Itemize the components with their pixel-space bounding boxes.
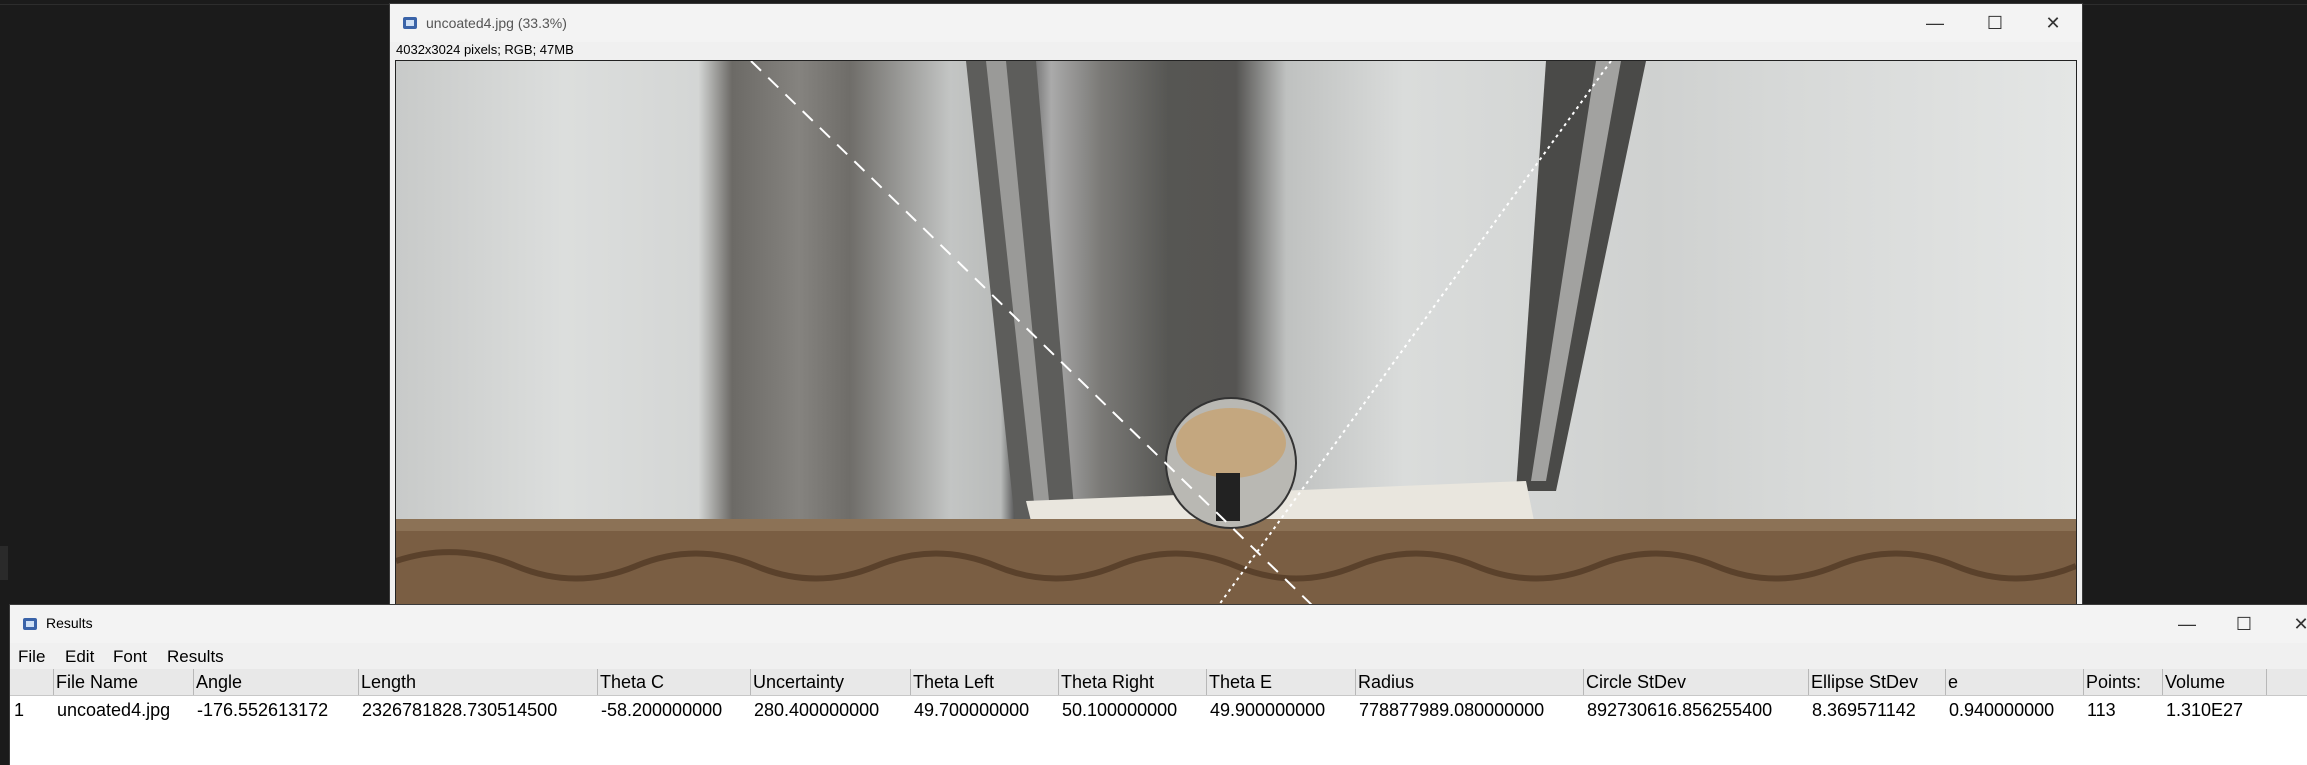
cell-length: 2326781828.730514500: [362, 700, 558, 720]
cell-file-name: uncoated4.jpg: [57, 700, 171, 720]
column-header-points[interactable]: Points:: [2083, 669, 2162, 695]
cell-points: 113: [2087, 700, 2116, 720]
menu-results[interactable]: Results: [167, 647, 224, 667]
imagej-app-icon: [22, 616, 38, 632]
droplet-photo: [396, 61, 2076, 609]
column-header-uncertainty[interactable]: Uncertainty: [750, 669, 910, 695]
cell-radius: 778877989.080000000: [1359, 700, 1545, 720]
column-header-file-name[interactable]: File Name: [53, 669, 193, 695]
background-window-edge: [0, 546, 8, 580]
column-header-theta-right[interactable]: Theta Right: [1058, 669, 1206, 695]
column-header-theta-e[interactable]: Theta E: [1206, 669, 1355, 695]
results-menubar: File Edit Font Results: [10, 643, 2307, 669]
results-titlebar[interactable]: Results — ☐ ✕: [10, 605, 2307, 643]
column-header-circle-stdev[interactable]: Circle StDev: [1583, 669, 1808, 695]
cell-theta-c: -58.200000000: [601, 700, 723, 720]
column-header-angle[interactable]: Angle: [193, 669, 358, 695]
imagej-app-icon: [402, 15, 418, 31]
maximize-button[interactable]: ☐: [2215, 605, 2273, 643]
cell-theta-left: 49.700000000: [914, 700, 1030, 720]
cell-theta-right: 50.100000000: [1062, 700, 1178, 720]
column-header-theta-left[interactable]: Theta Left: [910, 669, 1058, 695]
image-info: 4032x3024 pixels; RGB; 47MB: [396, 42, 574, 57]
results-title: Results: [46, 615, 93, 631]
close-button[interactable]: ✕: [2272, 605, 2307, 643]
column-header-index[interactable]: [10, 669, 53, 695]
image-canvas[interactable]: [395, 60, 2077, 610]
column-header-length[interactable]: Length: [358, 669, 597, 695]
image-window-title: uncoated4.jpg (33.3%): [426, 15, 567, 31]
cell-ellipse-stdev: 8.369571142: [1812, 700, 1916, 720]
column-header-ellipse-stdev[interactable]: Ellipse StDev: [1808, 669, 1945, 695]
cell-e: 0.940000000: [1949, 700, 2055, 720]
cell-theta-e: 49.900000000: [1210, 700, 1326, 720]
cell-angle: -176.552613172: [197, 700, 329, 720]
results-table: File Name Angle Length Theta C Uncertain…: [10, 669, 2307, 765]
image-window: uncoated4.jpg (33.3%) — ☐ ✕ 4032x3024 pi…: [390, 4, 2082, 610]
minimize-button[interactable]: —: [1906, 4, 1964, 42]
cell-volume: 1.310E27: [2166, 700, 2244, 720]
maximize-button[interactable]: ☐: [1966, 4, 2024, 42]
column-header-e[interactable]: e: [1945, 669, 2083, 695]
cell-uncertainty: 280.400000000: [754, 700, 880, 720]
column-header-radius[interactable]: Radius: [1355, 669, 1583, 695]
column-header-volume[interactable]: Volume: [2162, 669, 2266, 695]
cell-circle-stdev: 892730616.856255400: [1587, 700, 1773, 720]
results-table-header: File Name Angle Length Theta C Uncertain…: [10, 669, 2307, 696]
cell-index: 1: [14, 700, 25, 720]
column-header-filler: [2266, 669, 2307, 695]
column-header-theta-c[interactable]: Theta C: [597, 669, 750, 695]
menu-edit[interactable]: Edit: [65, 647, 94, 667]
menu-file[interactable]: File: [18, 647, 45, 667]
image-window-titlebar[interactable]: uncoated4.jpg (33.3%) — ☐ ✕: [390, 4, 2082, 42]
close-button[interactable]: ✕: [2024, 4, 2082, 42]
results-window: Results — ☐ ✕ File Edit Font Results Fil…: [10, 605, 2307, 765]
minimize-button[interactable]: —: [2158, 605, 2216, 643]
menu-font[interactable]: Font: [113, 647, 147, 667]
